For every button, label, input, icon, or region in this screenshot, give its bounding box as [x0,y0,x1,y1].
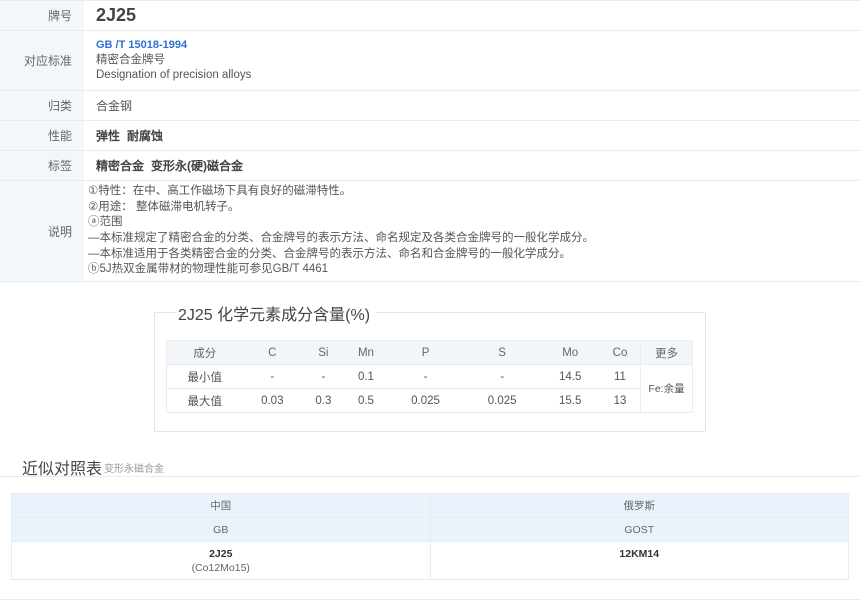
category-value: 合金钢 [96,99,133,113]
description-line: ⓐ范围 [88,216,123,229]
composition-cell: 0.5 [344,388,388,413]
composition-cell: 0.025 [387,388,464,413]
composition-cell: 15.5 [540,388,600,413]
equivalent-grade-sub: (Co12Mo15) [191,562,250,574]
grade-equivalent-cell: 12KM14 [429,541,849,580]
info-table: 牌号 2J25 对应标准 GB /T 15018-1994 精密合金牌号 Des… [0,0,860,282]
divider [0,599,860,600]
composition-max-row: 最大值 0.03 0.3 0.5 0.025 0.025 15.5 13 [166,388,693,413]
country-row: 中国 俄罗斯 [11,493,849,518]
composition-header-cell: Co [600,340,641,365]
tag-item[interactable]: 精密合金 [96,157,144,174]
description-line: —本标准规定了精密合金的分类、合金牌号的表示方法、命名规定及各类合金牌号的一般化… [88,232,594,244]
divider [0,476,860,477]
composition-cell: 0.03 [242,388,303,413]
grade-row: 牌号 2J25 [0,1,860,31]
tag-label: 标签 [0,151,84,180]
composition-header-cell: Si [302,340,345,365]
standard-label: 对应标准 [0,31,84,90]
country-cell: 俄罗斯 [429,493,849,518]
country-cell: 中国 [11,493,431,518]
composition-min-row: 最小值 - - 0.1 - - 14.5 11 Fe:余量 [166,364,693,413]
composition-cell: - [463,364,541,389]
tag-row: 标签 精密合金 变形永(硬)磁合金 [0,151,860,181]
description-line: ②用途： 整体磁滞电机转子。 [88,200,240,213]
tag-item[interactable]: 变形永(硬)磁合金 [151,157,243,174]
equivalent-grade[interactable]: 2J25 [12,548,430,561]
composition-header-cell: Mn [344,340,388,365]
composition-cell: 11 [600,364,641,389]
standard-cn-name: 精密合金牌号 [96,54,165,66]
equivalent-grade[interactable]: 12KM14 [431,548,849,561]
composition-header-more: 更多 [640,340,693,365]
composition-cell: 14.5 [540,364,600,389]
description-line: ①特性：在中、高工作磁场下具有良好的磁滞特性。 [88,185,352,198]
composition-header-cell: Mo [540,340,600,365]
standard-en-name: Designation of precision alloys [96,69,252,81]
standard-link[interactable]: GB /T 15018-1994 [96,38,860,53]
composition-cell: - [387,364,464,389]
grade-value: 2J25 [96,5,137,25]
performance-row: 性能 弹性 耐腐蚀 [0,121,860,151]
composition-row-label: 最大值 [166,388,243,413]
description-line: ⓑ5J热双金属带材的物理性能可参见GB/T 4461 [88,263,329,276]
category-row: 归类 合金钢 [0,91,860,121]
standard-system-row: GB GOST [11,517,849,542]
standard-system-cell: GB [11,517,431,542]
composition-cell: 0.3 [302,388,345,413]
description-row: 说明 ①特性：在中、高工作磁场下具有良好的磁滞特性。 ②用途： 整体磁滞电机转子… [0,181,860,282]
description-label: 说明 [0,181,84,281]
composition-header-row: 成分 C Si Mn P S Mo Co 更多 [166,340,693,365]
grade-label: 牌号 [0,1,84,30]
composition-title: 2J25 化学元素成分含量(%) [176,301,377,325]
standard-row: 对应标准 GB /T 15018-1994 精密合金牌号 Designation… [0,31,860,91]
composition-header-cell: S [463,340,541,365]
performance-item: 弹性 [96,129,121,143]
performance-label: 性能 [0,121,84,150]
category-label: 归类 [0,91,84,120]
grade-equivalent-cell: 2J25 (Co12Mo15) [11,541,431,580]
composition-cell: 0.025 [463,388,541,413]
composition-cell: 13 [600,388,641,413]
grade-equivalent-row: 2J25 (Co12Mo15) 12KM14 [11,541,849,580]
composition-table: 成分 C Si Mn P S Mo Co 更多 最小值 - - 0.1 - - … [166,340,693,413]
approx-subtitle: 变形永磁合金 [104,464,164,475]
approx-table: 中国 俄罗斯 GB GOST 2J25 (Co12Mo15) 12KM14 [11,493,849,580]
performance-item: 耐腐蚀 [127,129,164,143]
composition-cell: - [302,364,345,389]
composition-more-value: Fe:余量 [640,364,693,413]
composition-header-cell: 成分 [166,340,243,365]
description-line: —本标准适用于各类精密合金的分类、合金牌号的表示方法、命名和合金牌号的一般化学成… [88,247,571,260]
composition-cell: - [242,364,303,389]
standard-system-cell: GOST [429,517,849,542]
composition-header-cell: P [387,340,464,365]
composition-row-label: 最小值 [166,364,243,389]
composition-cell: 0.1 [344,364,388,389]
composition-header-cell: C [242,340,303,365]
